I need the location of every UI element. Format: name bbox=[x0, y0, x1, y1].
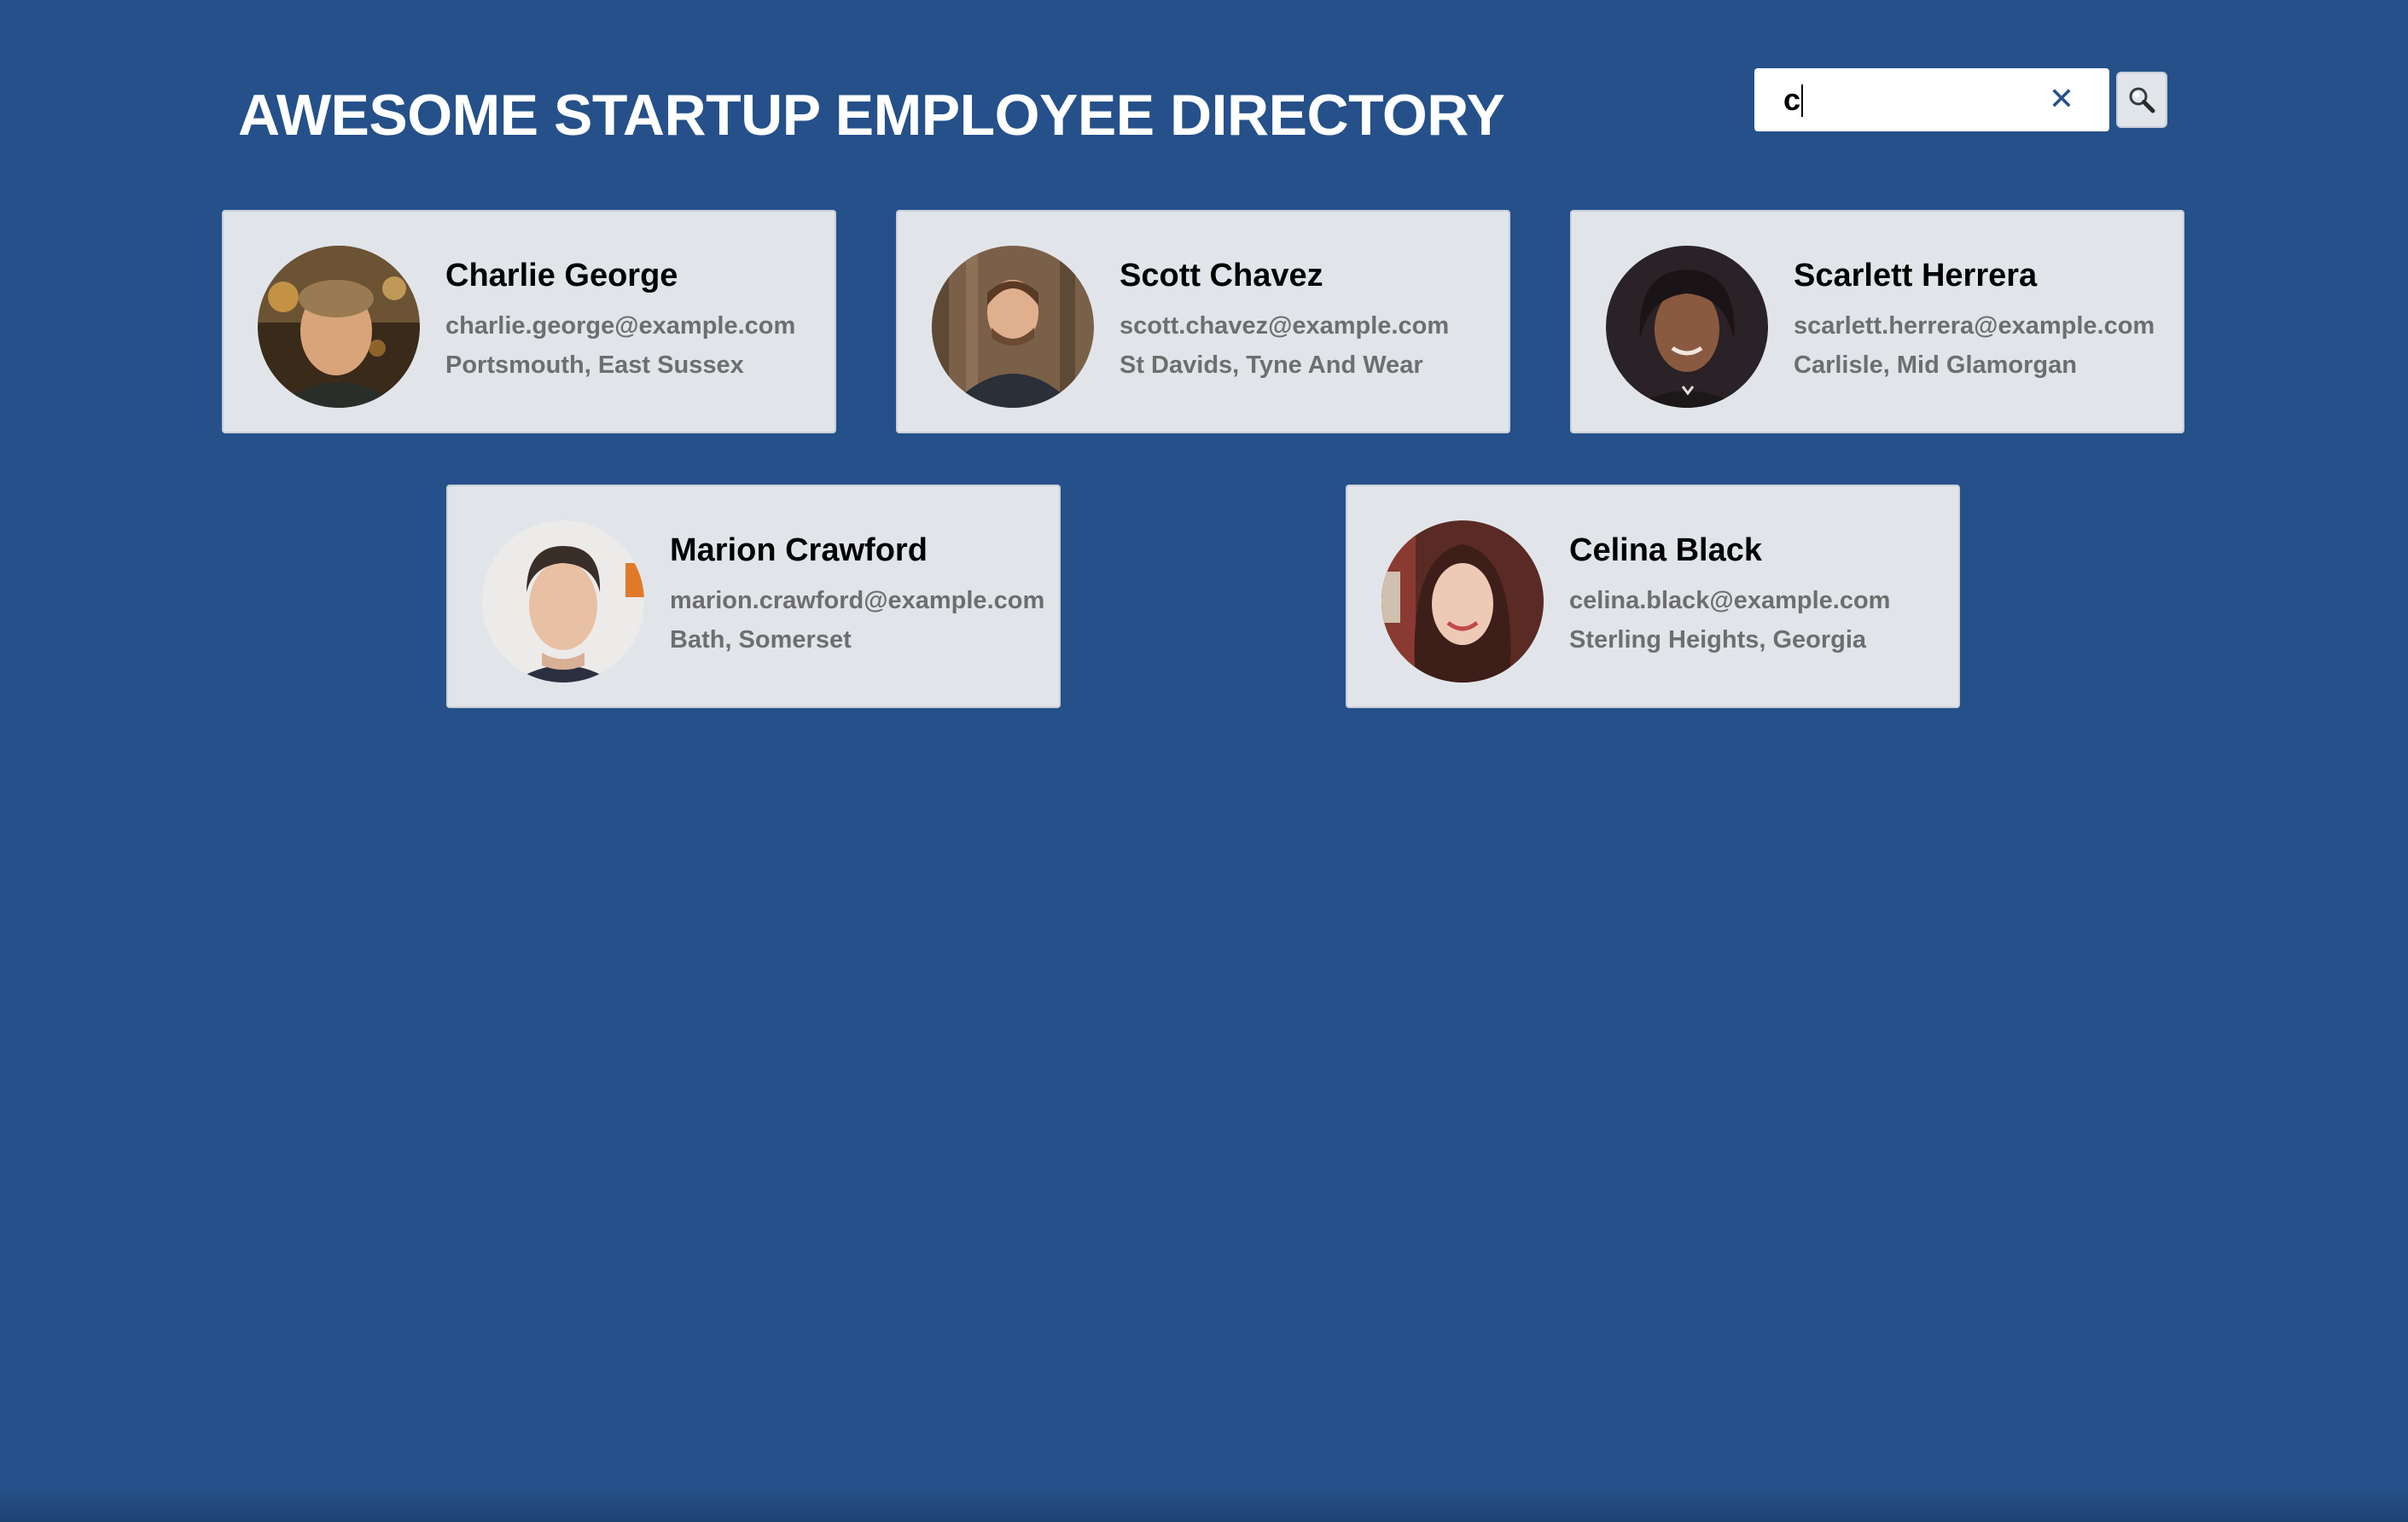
employee-location: Portsmouth, East Sussex bbox=[445, 351, 744, 379]
employee-name: Scott Chavez bbox=[1120, 258, 1323, 293]
search-input[interactable] bbox=[1754, 68, 2044, 131]
employee-card[interactable]: Charlie George charlie.george@example.co… bbox=[222, 210, 836, 433]
avatar bbox=[1606, 246, 1768, 408]
avatar bbox=[1381, 520, 1544, 683]
employee-location: Bath, Somerset bbox=[670, 626, 852, 654]
employee-card[interactable]: Celina Black celina.black@example.com St… bbox=[1346, 485, 1960, 708]
search-box: ✕ bbox=[1754, 68, 2109, 131]
avatar bbox=[482, 520, 644, 683]
avatar bbox=[932, 246, 1094, 408]
employee-name: Scarlett Herrera bbox=[1794, 258, 2038, 293]
employee-name: Charlie George bbox=[445, 258, 678, 293]
avatar bbox=[258, 246, 420, 408]
page-title: AWESOME STARTUP EMPLOYEE DIRECTORY bbox=[238, 83, 1505, 148]
window-bottom-edge bbox=[0, 1488, 2408, 1522]
search-button[interactable] bbox=[2116, 72, 2167, 128]
employee-location: St Davids, Tyne And Wear bbox=[1120, 351, 1423, 379]
employee-card[interactable]: Scarlett Herrera scarlett.herrera@exampl… bbox=[1570, 210, 2184, 433]
employee-card[interactable]: Scott Chavez scott.chavez@example.com St… bbox=[896, 210, 1510, 433]
employee-card[interactable]: Marion Crawford marion.crawford@example.… bbox=[446, 485, 1061, 708]
employee-location: Carlisle, Mid Glamorgan bbox=[1794, 351, 2077, 379]
search-icon bbox=[2129, 87, 2155, 113]
text-cursor bbox=[1801, 84, 1803, 117]
employee-email: scarlett.herrera@example.com bbox=[1794, 312, 2155, 340]
employee-name: Celina Black bbox=[1569, 532, 1762, 568]
employee-email: scott.chavez@example.com bbox=[1120, 312, 1450, 340]
employee-email: charlie.george@example.com bbox=[445, 312, 796, 340]
employee-email: marion.crawford@example.com bbox=[670, 587, 1045, 614]
employee-email: celina.black@example.com bbox=[1569, 587, 1891, 614]
close-icon[interactable]: ✕ bbox=[2048, 84, 2075, 114]
employee-name: Marion Crawford bbox=[670, 532, 928, 568]
employee-location: Sterling Heights, Georgia bbox=[1569, 626, 1867, 654]
